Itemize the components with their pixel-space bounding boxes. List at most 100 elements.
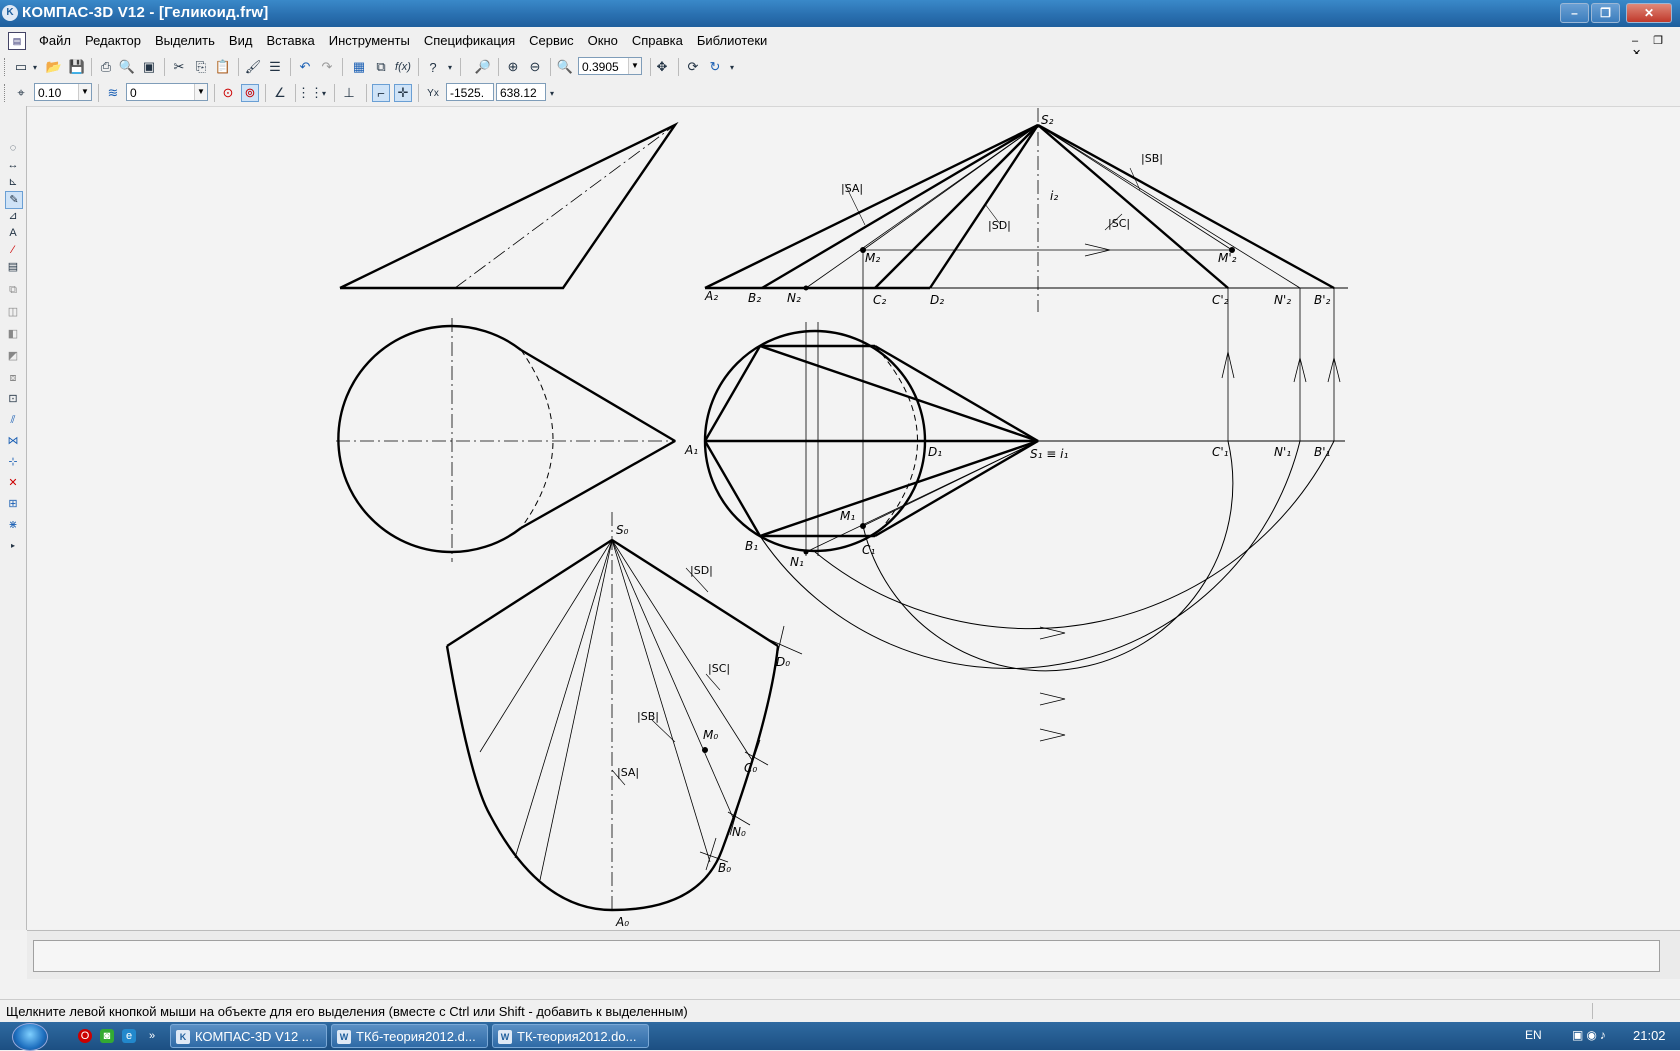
spec-icon[interactable]: ▤ [5, 259, 21, 275]
start-button[interactable] [12, 1023, 48, 1051]
parametrization-icon[interactable]: ⊿ [5, 208, 21, 224]
menu-service[interactable]: Сервис [522, 33, 581, 48]
menu-help[interactable]: Справка [625, 33, 690, 48]
zoom-out-icon[interactable]: ⊖ [526, 58, 544, 76]
redo-icon[interactable]: ↷ [318, 58, 336, 76]
menu-select[interactable]: Выделить [148, 33, 222, 48]
print-icon[interactable]: ⎙ [97, 58, 115, 76]
format-painter-icon[interactable]: 🖌 [244, 58, 262, 76]
rotate-icon[interactable]: ◫ [5, 304, 21, 320]
select-icon[interactable]: ⁄ [5, 242, 21, 258]
maximize-button[interactable]: ❐ [1591, 3, 1620, 23]
paste-icon[interactable]: 📋 [214, 58, 232, 76]
rebuild-icon[interactable]: ↻ [706, 58, 724, 76]
designations-icon[interactable]: ⊾ [5, 174, 21, 190]
toolbar-more-icon[interactable]: ▾ [446, 58, 454, 76]
zoom-window-icon[interactable]: 🔎 [474, 58, 492, 76]
print-preview-icon[interactable]: 🔍 [118, 58, 136, 76]
close-button[interactable]: ✕ [1626, 3, 1672, 23]
cut-icon[interactable]: ✂ [170, 58, 188, 76]
menu-editor[interactable]: Редактор [78, 33, 148, 48]
ie-icon[interactable]: e [122, 1029, 136, 1043]
local-cs-icon[interactable]: ⊥ [340, 84, 358, 102]
coord-x-field[interactable]: -1525. [446, 83, 494, 101]
document-icon[interactable]: ▤ [8, 32, 26, 50]
new-document-icon[interactable]: ▭ [12, 58, 30, 76]
zoom-scale-icon[interactable]: 🔍 [556, 58, 574, 76]
layer-icon[interactable]: ≋ [104, 84, 122, 102]
symmetry-icon[interactable]: ◩ [5, 348, 21, 364]
step-field[interactable]: 0.10 ▼ [34, 83, 92, 101]
menu-window[interactable]: Окно [581, 33, 625, 48]
menu-libraries[interactable]: Библиотеки [690, 33, 774, 48]
task-kompas[interactable]: K КОМПАС-3D V12 ... [170, 1024, 327, 1048]
copy-icon[interactable]: ⎘ [192, 58, 210, 76]
snap-icon[interactable]: ⊙ [219, 84, 237, 102]
parametric-icon[interactable]: ∠ [271, 84, 289, 102]
deform-icon[interactable]: ⊡ [5, 391, 21, 407]
preview-icon[interactable]: ▣ [140, 58, 158, 76]
layer-field[interactable]: 0 ▼ [126, 83, 208, 101]
trim-two-points-icon[interactable]: ⋈ [5, 433, 21, 449]
toolbar-grip[interactable] [4, 84, 8, 102]
help-pointer-icon[interactable]: ? [424, 58, 442, 76]
delete-part-icon[interactable]: ✕ [5, 475, 21, 491]
manager-icon[interactable]: ▦ [350, 58, 368, 76]
quick-launch-more-icon[interactable]: » [147, 1029, 157, 1043]
zoom-dropdown-icon[interactable]: ▼ [628, 58, 641, 74]
editing-icon[interactable]: ✎ [5, 191, 23, 209]
explode-icon[interactable]: ⊞ [5, 496, 21, 512]
save-icon[interactable]: 💾 [68, 58, 86, 76]
menu-insert[interactable]: Вставка [259, 33, 321, 48]
open-folder-icon[interactable]: 📂 [45, 58, 63, 76]
function-icon[interactable]: f(x) [394, 58, 412, 76]
toolbar-grip[interactable] [4, 58, 8, 76]
tray-icons[interactable]: ▣◉♪ [1572, 1028, 1609, 1042]
menu-tools[interactable]: Инструменты [322, 33, 417, 48]
drawing-area[interactable]: S₂ i₂ A₂ B₂ N₂ C₂ D₂ M₂ M'₂ C'₂ N'₂ B'₂ … [27, 107, 1680, 929]
opera-icon[interactable]: O [78, 1029, 92, 1043]
move-icon[interactable]: ⧉ [5, 282, 21, 298]
title-bar[interactable]: K КОМПАС-3D V12 - [Геликоид.frw] – ❐ ✕ [0, 0, 1680, 27]
trim-icon[interactable]: ⫽ [5, 412, 21, 428]
local-snap-icon[interactable]: ⊚ [241, 84, 259, 102]
toolbar-more-icon-3[interactable]: ▾ [548, 84, 556, 102]
menu-file[interactable]: Файл [32, 33, 78, 48]
geometry-icon[interactable]: ◌ [5, 140, 21, 156]
round-icon[interactable]: ✛ [394, 84, 412, 102]
coord-y-field[interactable]: 638.12 [496, 83, 546, 101]
scale-icon[interactable]: ◧ [5, 326, 21, 342]
new-dropdown-icon[interactable]: ▾ [30, 58, 40, 76]
undo-icon[interactable]: ↶ [296, 58, 314, 76]
ortho-mode-icon[interactable]: ⌐ [372, 84, 390, 102]
library-icon[interactable]: ⧉ [372, 58, 390, 76]
copy-objects-icon[interactable]: ⧈ [5, 370, 21, 386]
properties-icon[interactable]: ☰ [266, 58, 284, 76]
convert-icon[interactable]: ⋇ [5, 517, 21, 533]
panel-expand-icon[interactable]: ▸ [5, 538, 21, 554]
zoom-field[interactable]: 0.3905 ▼ [578, 57, 642, 75]
dimensions-icon[interactable]: ↔ [5, 157, 21, 173]
clock[interactable]: 21:02 [1633, 1028, 1666, 1043]
task-word-1[interactable]: W ТКб-теория2012.d... [331, 1024, 488, 1048]
step-dropdown-icon[interactable]: ▼ [78, 84, 91, 100]
menu-specification[interactable]: Спецификация [417, 33, 522, 48]
menu-view[interactable]: Вид [222, 33, 260, 48]
break-icon[interactable]: ⊹ [5, 454, 21, 470]
task-word-2[interactable]: W ТК-теория2012.do... [492, 1024, 649, 1048]
language-indicator[interactable]: EN [1525, 1028, 1542, 1042]
command-input-area[interactable] [33, 940, 1660, 972]
zoom-in-icon[interactable]: ⊕ [504, 58, 522, 76]
refresh-view-icon[interactable]: ⟳ [684, 58, 702, 76]
label-i2: i₂ [1050, 189, 1058, 203]
minimize-button[interactable]: – [1560, 3, 1589, 23]
cursor-step-icon[interactable]: ⌖ [12, 84, 30, 102]
label-n1-prime: N'₁ [1274, 445, 1291, 459]
layer-dropdown-icon[interactable]: ▼ [194, 84, 207, 100]
toolbar-more-icon-2[interactable]: ▾ [728, 58, 736, 76]
measure-icon[interactable]: A [5, 225, 21, 241]
grid-dropdown-icon[interactable]: ▾ [320, 84, 328, 102]
grid-icon[interactable]: ⋮⋮ [297, 84, 323, 102]
quick-launch-icon[interactable]: ◙ [100, 1029, 114, 1043]
pan-icon[interactable]: ✥ [653, 58, 671, 76]
